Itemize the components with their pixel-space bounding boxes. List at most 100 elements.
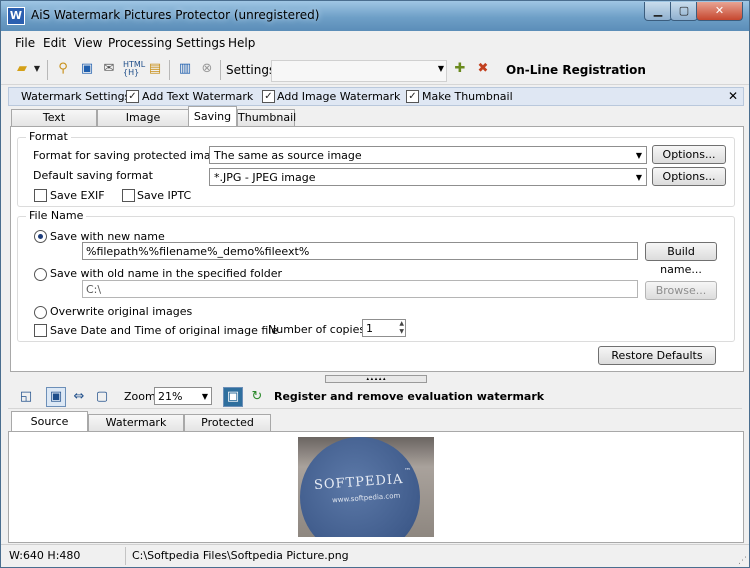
watermark-settings-label: Watermark Settings: <box>21 90 134 103</box>
save-exif-label[interactable]: Save EXIF <box>50 189 105 202</box>
splitter-handle[interactable]: ▴ ▴ ▴ ▴ ▴ <box>325 375 427 383</box>
close-button[interactable]: ✕ <box>696 2 743 21</box>
save-old-name-radio[interactable] <box>34 268 47 281</box>
app-icon[interactable]: W <box>7 7 25 25</box>
save-new-name-radio[interactable] <box>34 230 47 243</box>
copies-stepper[interactable]: 1 ▲ ▼ <box>362 319 406 337</box>
zoom-select[interactable]: 21% ▼ <box>154 387 212 405</box>
format-options-button[interactable]: Options... <box>652 145 726 164</box>
source-image-preview: SOFTPEDIA ™ www.softpedia.com <box>298 437 434 537</box>
add-text-watermark-checkbox[interactable]: ✓ <box>126 90 139 103</box>
watermark-settings-bar: Watermark Settings: ✓ Add Text Watermark… <box>8 87 744 106</box>
menu-edit[interactable]: Edit <box>43 36 66 50</box>
add-image-watermark-label[interactable]: Add Image Watermark <box>277 90 400 103</box>
add-image-watermark-checkbox[interactable]: ✓ <box>262 90 275 103</box>
dropdown-arrow-icon[interactable]: ▼ <box>33 61 41 77</box>
make-thumbnail-label[interactable]: Make Thumbnail <box>422 90 513 103</box>
html-icon[interactable]: HTML {H} <box>123 61 145 77</box>
menu-bar: File Edit View Processing Settings Help <box>1 32 749 54</box>
maximize-button[interactable]: ▢ <box>670 2 698 21</box>
preview-icon[interactable]: ⚲ <box>55 61 71 77</box>
folder-input[interactable]: C:\ <box>82 280 638 298</box>
tab-thumbnail[interactable]: Thumbnail <box>237 109 296 126</box>
copies-label: Number of copies: <box>268 323 369 336</box>
menu-settings[interactable]: Settings <box>176 36 225 50</box>
save-icon[interactable]: ▣ <box>79 61 95 77</box>
window-title: AiS Watermark Pictures Protector (unregi… <box>31 8 320 22</box>
save-iptc-label[interactable]: Save IPTC <box>137 189 191 202</box>
tab-source-image[interactable]: Source image <box>11 411 88 448</box>
menu-view[interactable]: View <box>74 36 102 50</box>
copies-value: 1 <box>366 322 373 335</box>
format-group-title: Format <box>26 130 71 143</box>
minimize-button[interactable]: ▁ <box>644 2 672 21</box>
close-icon[interactable]: ✕ <box>728 89 738 103</box>
chevron-down-icon: ▼ <box>635 151 642 160</box>
email-icon[interactable]: ✉ <box>101 61 117 77</box>
save-old-name-label[interactable]: Save with old name in the specified fold… <box>50 267 282 280</box>
delete-icon[interactable]: ⊗ <box>199 61 215 77</box>
browse-button[interactable]: Browse... <box>645 281 717 300</box>
save-date-label[interactable]: Save Date and Time of original image fil… <box>50 324 278 337</box>
resize-grip-icon[interactable]: ⋰ <box>738 556 747 566</box>
build-name-button[interactable]: Build name... <box>645 242 717 276</box>
toolbar: ▰ ▼ ⚲ ▣ ✉ HTML {H} ▤ ▥ ⊗ Settings ▼ ✚ ✖ O… <box>1 56 749 85</box>
refresh-icon[interactable]: ↻ <box>247 387 267 407</box>
tab-image-watermark[interactable]: Image watermark <box>97 109 189 140</box>
default-format-select-value: *.JPG - JPEG image <box>214 171 316 184</box>
tab-protected-image[interactable]: Protected image <box>184 414 271 445</box>
status-separator <box>125 547 126 565</box>
default-format-options-button[interactable]: Options... <box>652 167 726 186</box>
toolbar-separator <box>169 60 170 80</box>
actual-size-icon[interactable]: ▢ <box>92 387 112 407</box>
format-label: Format for saving protected images <box>33 149 231 162</box>
add-settings-icon[interactable]: ✚ <box>452 61 468 77</box>
remove-settings-icon[interactable]: ✖ <box>475 61 491 77</box>
save-iptc-checkbox[interactable] <box>122 189 135 202</box>
preview-toggle-icon[interactable]: ▣ <box>223 387 243 407</box>
new-name-pattern-input[interactable]: %filepath%%filename%_demo%fileext% <box>82 242 638 260</box>
settings-select[interactable]: ▼ <box>271 60 447 82</box>
tab-watermark-image[interactable]: Watermark image <box>88 414 184 445</box>
overwrite-radio[interactable] <box>34 306 47 319</box>
default-format-label: Default saving format <box>33 169 153 182</box>
chevron-down-icon: ▼ <box>201 392 208 401</box>
add-text-watermark-label[interactable]: Add Text Watermark <box>142 90 253 103</box>
toolbar-separator <box>220 60 221 80</box>
tab-text-watermark[interactable]: Text watermark <box>11 109 97 140</box>
view-toolbar: ◱ ▣ ⇔ ▢ Zoom 21% ▼ ▣ ↻ Register and remo… <box>8 384 742 409</box>
spin-arrows-icon[interactable]: ▲ ▼ <box>399 320 404 336</box>
online-registration-link[interactable]: On-Line Registration <box>506 63 646 77</box>
preview-subtext: www.softpedia.com <box>331 491 401 505</box>
chevron-down-icon: ▼ <box>635 173 642 182</box>
save-date-checkbox[interactable] <box>34 324 47 337</box>
copy-icon[interactable]: ▥ <box>177 61 193 77</box>
status-dimensions: W:640 H:480 <box>9 549 81 562</box>
toolbar-separator <box>47 60 48 80</box>
title-bar[interactable]: W AiS Watermark Pictures Protector (unre… <box>1 1 749 31</box>
format-select[interactable]: The same as source image ▼ <box>209 146 647 164</box>
save-exif-checkbox[interactable] <box>34 189 47 202</box>
restore-defaults-button[interactable]: Restore Defaults <box>598 346 716 365</box>
make-thumbnail-checkbox[interactable]: ✓ <box>406 90 419 103</box>
menu-processing[interactable]: Processing <box>108 36 172 50</box>
chevron-down-icon: ▼ <box>437 64 444 73</box>
status-file-path: C:\Softpedia Files\Softpedia Picture.png <box>132 549 349 562</box>
overwrite-label[interactable]: Overwrite original images <box>50 305 192 318</box>
menu-file[interactable]: File <box>15 36 35 50</box>
fit-window-icon[interactable]: ◱ <box>16 387 36 407</box>
preview-text: SOFTPEDIA <box>313 471 404 494</box>
zoom-value: 21% <box>158 390 183 403</box>
preview-trademark: ™ <box>404 467 411 475</box>
fit-image-icon[interactable]: ▣ <box>46 387 66 407</box>
default-format-select[interactable]: *.JPG - JPEG image ▼ <box>209 168 647 186</box>
settings-label: Settings <box>226 63 276 77</box>
tab-saving[interactable]: Saving <box>188 106 237 127</box>
menu-help[interactable]: Help <box>228 36 255 50</box>
preview-disk: SOFTPEDIA ™ www.softpedia.com <box>300 437 420 537</box>
lock-icon[interactable]: ▤ <box>147 61 163 77</box>
register-remove-watermark-link[interactable]: Register and remove evaluation watermark <box>274 390 544 403</box>
open-folder-icon[interactable]: ▰ <box>14 61 30 77</box>
image-preview-panel: SOFTPEDIA ™ www.softpedia.com <box>8 431 744 543</box>
fit-width-icon[interactable]: ⇔ <box>69 387 89 407</box>
